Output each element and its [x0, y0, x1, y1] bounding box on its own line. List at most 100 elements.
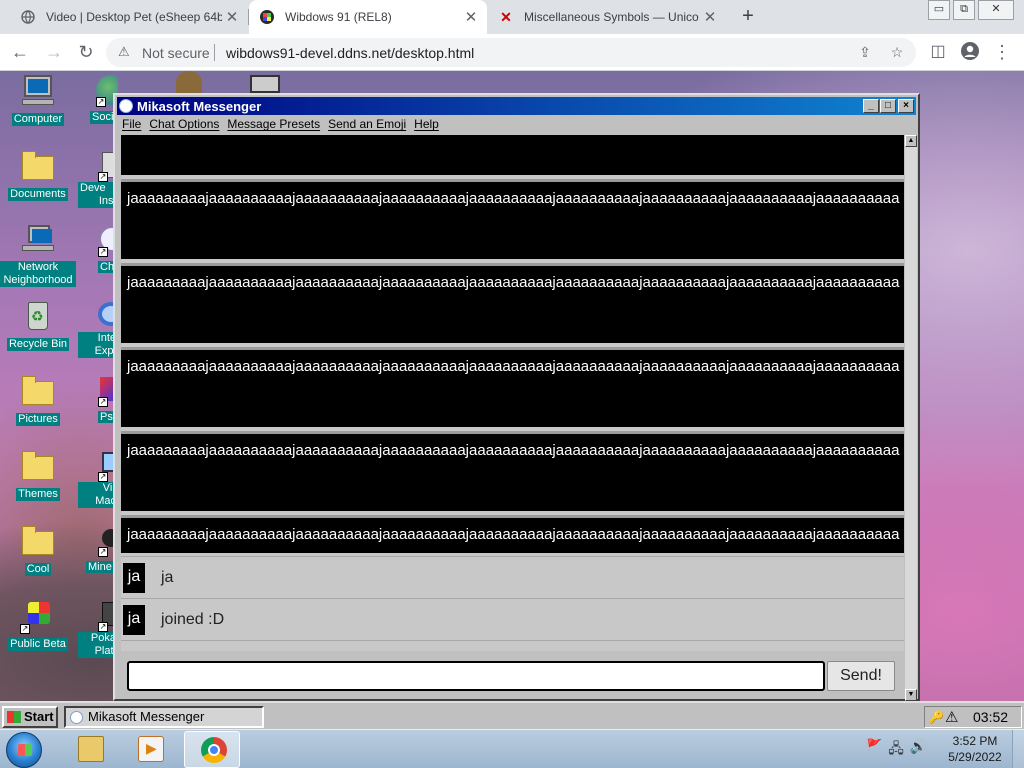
bookmark-star-icon[interactable]: ☆: [888, 44, 906, 62]
browser-tab[interactable]: Video | Desktop Pet (eSheep 64b ✕: [10, 0, 248, 34]
close-window-button[interactable]: ✕: [978, 0, 1014, 20]
pinned-media-player[interactable]: [122, 731, 178, 768]
desktop-icon-internet-explorer[interactable]: Inte Expl: [78, 298, 118, 362]
send-button[interactable]: Send!: [827, 661, 895, 691]
browser-tabstrip: Video | Desktop Pet (eSheep 64b ✕ Wibdow…: [0, 0, 1024, 34]
virtual-machine-icon: ↗: [78, 448, 118, 482]
pinned-windows-explorer[interactable]: [62, 731, 118, 768]
minimize-button[interactable]: _: [863, 99, 879, 113]
desktop-icon-pokemon[interactable]: ↗ Poka Plati: [78, 598, 118, 662]
start-button[interactable]: Start: [2, 706, 58, 728]
app-icon[interactable]: [176, 71, 202, 93]
desktop-icon-label: Deve: [78, 182, 118, 195]
chat-line: ja ja: [121, 556, 904, 598]
desktop-icon-cool[interactable]: Cool: [0, 523, 76, 577]
close-tab-icon[interactable]: ✕: [700, 8, 720, 26]
forward-button[interactable]: →: [42, 41, 66, 65]
network-icon: [20, 223, 56, 259]
start-label: Start: [24, 709, 54, 724]
desktop-icon-label: Soci: [90, 111, 116, 124]
key-icon[interactable]: 🔑: [929, 710, 944, 724]
desktop-icon-recycle-bin[interactable]: Recycle Bin: [0, 298, 76, 352]
network-icon[interactable]: 🖧: [888, 738, 904, 762]
taskbar-item-label: Mikasoft Messenger: [88, 709, 205, 724]
desktop-icon-label: Documents: [8, 188, 68, 201]
desktop-icon-label: Inte: [78, 332, 118, 345]
side-panel-icon[interactable]: ◫: [926, 41, 950, 65]
calculator-icon[interactable]: [250, 75, 280, 93]
desktop-icon-paint[interactable]: ↗ Ps: [78, 373, 118, 423]
wibdows-taskbar: Start Mikasoft Messenger 🔑 ⚠ 03:52: [0, 701, 1024, 729]
messenger-icon: [70, 711, 83, 724]
action-center-flag-icon[interactable]: 🚩: [866, 738, 882, 762]
system-clock[interactable]: 3:52 PM 5/29/2022: [940, 733, 1010, 765]
messenger-icon: [119, 99, 133, 113]
desktop-icon-documents[interactable]: Documents: [0, 148, 76, 202]
warning-icon[interactable]: ⚠: [118, 44, 130, 60]
chat-line-text: joined :D: [161, 611, 225, 628]
menu-send-emoji[interactable]: Send an Emoji: [328, 117, 406, 135]
browser-menu-icon[interactable]: ⋮: [990, 41, 1014, 65]
close-tab-icon[interactable]: ✕: [222, 8, 242, 26]
folder-icon: [78, 736, 104, 762]
chat-scrollbar[interactable]: ▲ ▼: [905, 135, 917, 701]
volume-icon[interactable]: 🔊: [910, 738, 927, 762]
chat-line-text: ja: [161, 569, 174, 586]
tab-title: Wibdows 91 (REL8): [285, 10, 392, 24]
restore-window-button[interactable]: ⧉: [953, 0, 975, 20]
maximize-button[interactable]: □: [880, 99, 896, 113]
window-titlebar[interactable]: Mikasoft Messenger _ □ ×: [117, 97, 916, 115]
desktop-icon-computer[interactable]: Computer: [0, 73, 76, 127]
desktop-icon-label: Computer: [11, 113, 65, 126]
url-text[interactable]: wibdows91-devel.ddns.net/desktop.html: [226, 45, 474, 61]
browser-tab[interactable]: ✕ Miscellaneous Symbols — Unico ✕: [488, 0, 726, 34]
message-input[interactable]: [127, 661, 825, 691]
desktop-icon-social[interactable]: ↗ Soci: [78, 73, 118, 133]
desktop-icon-label: Vir: [78, 482, 118, 495]
chat-line: ja joined :D: [121, 598, 904, 640]
chat-icon: ↗: [78, 223, 118, 257]
close-tab-icon[interactable]: ✕: [461, 8, 481, 26]
computer-icon: [20, 73, 56, 109]
pinned-chrome[interactable]: [184, 731, 240, 768]
warning-icon[interactable]: ⚠: [945, 708, 958, 726]
globe-icon: [20, 9, 36, 25]
scroll-down-button[interactable]: ▼: [905, 689, 917, 701]
recycle-bin-icon: [20, 298, 56, 334]
security-label[interactable]: Not secure: [142, 45, 210, 61]
desktop-icon-developer[interactable]: ↗ Deve Insi: [78, 148, 118, 212]
menu-message-presets[interactable]: Message Presets: [227, 117, 320, 135]
browser-tab-active[interactable]: Wibdows 91 (REL8) ✕: [249, 0, 487, 34]
address-bar[interactable]: ⚠ Not secure wibdows91-devel.ddns.net/de…: [106, 38, 916, 67]
desktop-icon-chat[interactable]: ↗ Ch: [78, 223, 118, 273]
chrome-icon: [201, 737, 227, 763]
menu-file[interactable]: File: [122, 117, 141, 135]
desktop-icon-public-beta[interactable]: ↗ Public Beta: [0, 598, 76, 652]
desktop-icon-virtual-machine[interactable]: ↗ Vir Mac: [78, 448, 118, 512]
profile-avatar-icon[interactable]: [958, 41, 982, 65]
system-tray: 🔑 ⚠ 03:52: [924, 706, 1022, 728]
menu-chat-options[interactable]: Chat Options: [149, 117, 219, 135]
start-orb-button[interactable]: [6, 732, 42, 768]
clock-date: 5/29/2022: [948, 750, 1002, 764]
scroll-up-button[interactable]: ▲: [905, 135, 917, 147]
desktop-icon-minesweeper[interactable]: ↗ Mine: [78, 523, 118, 573]
desktop-icon-themes[interactable]: Themes: [0, 448, 76, 502]
share-icon[interactable]: ⇪: [856, 44, 874, 62]
tab-title: Miscellaneous Symbols — Unico: [524, 10, 699, 24]
tray-clock[interactable]: 03:52: [973, 709, 1008, 725]
back-button[interactable]: ←: [8, 41, 32, 65]
taskbar-item-messenger[interactable]: Mikasoft Messenger: [64, 706, 264, 728]
menu-help[interactable]: Help: [414, 117, 439, 135]
close-button[interactable]: ×: [898, 99, 914, 113]
desktop-icon-network[interactable]: Network Neighborhood: [0, 223, 76, 288]
reload-button[interactable]: ↻: [74, 41, 98, 65]
show-desktop-button[interactable]: [1012, 730, 1024, 768]
minimize-window-button[interactable]: ▭: [928, 0, 950, 20]
chat-message-block: jaaaaaaaaajaaaaaaaaaajaaaaaaaaaajaaaaaaa…: [121, 347, 904, 427]
internet-explorer-icon: [78, 298, 118, 332]
chat-history[interactable]: jaaaaaaaaajaaaaaaaaaajaaaaaaaaaajaaaaaaa…: [121, 135, 904, 651]
new-tab-button[interactable]: +: [736, 5, 760, 29]
desktop-icon-pictures[interactable]: Pictures: [0, 373, 76, 427]
paint-icon: ↗: [78, 373, 118, 407]
